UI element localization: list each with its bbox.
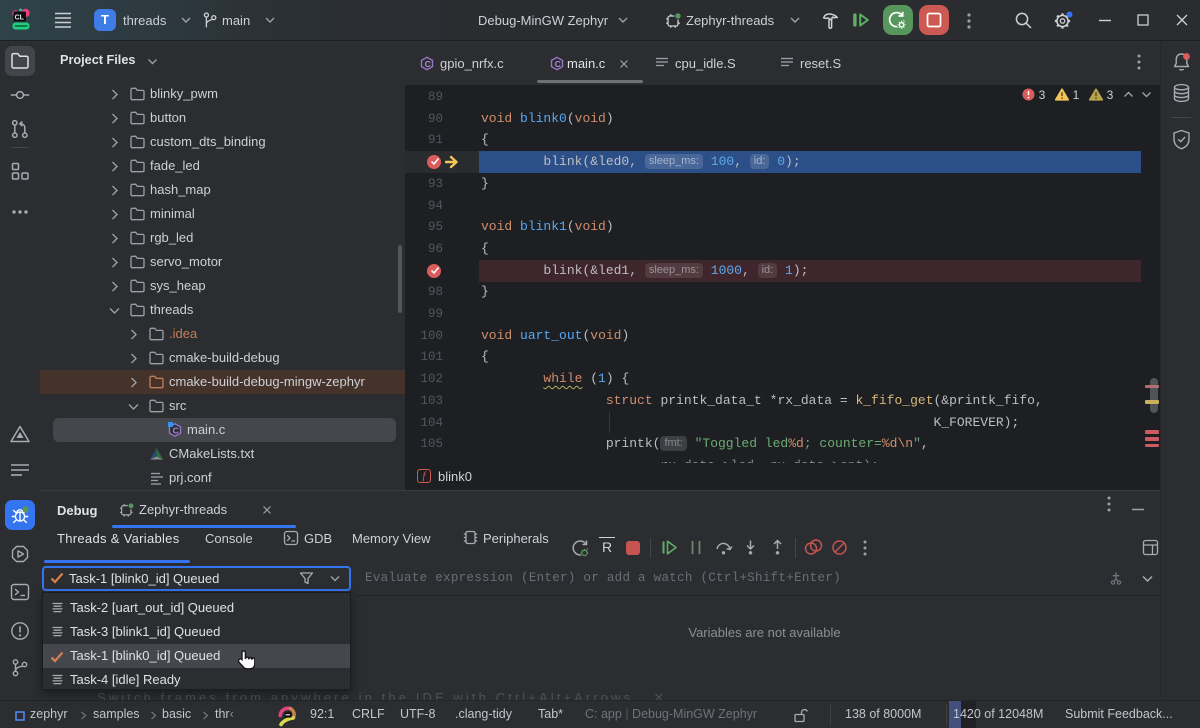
svg-text:CL: CL [15,15,25,22]
